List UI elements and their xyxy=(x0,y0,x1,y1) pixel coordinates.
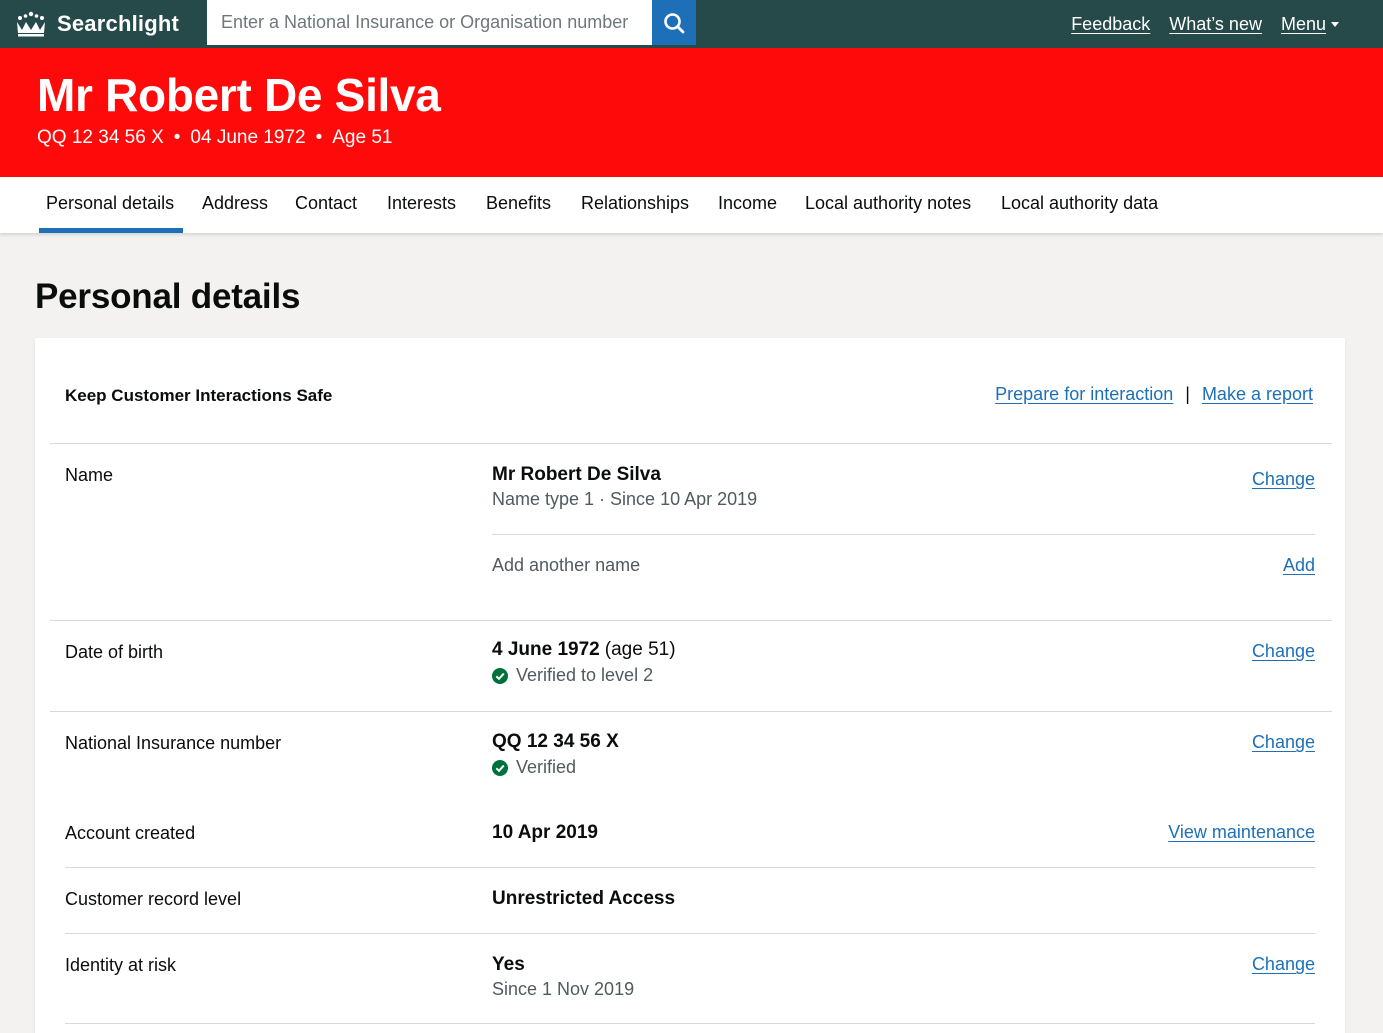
make-a-report-link[interactable]: Make a report xyxy=(1202,384,1313,405)
change-identity-at-risk-link[interactable]: Change xyxy=(1252,954,1315,975)
verified-check-icon xyxy=(492,759,508,776)
nino-label: National Insurance number xyxy=(65,733,282,753)
dob-verified-text: Verified to level 2 xyxy=(516,665,654,685)
customer-name: Mr Robert De Silva xyxy=(37,69,441,121)
divider xyxy=(65,933,1315,934)
dob-label: Date of birth xyxy=(65,642,164,662)
separator-dot: • xyxy=(315,127,323,148)
view-maintenance-link[interactable]: View maintenance xyxy=(1168,822,1315,843)
tab-personal-details[interactable]: Personal details xyxy=(39,177,183,233)
change-name-link[interactable]: Change xyxy=(1252,469,1315,490)
change-nino-link[interactable]: Change xyxy=(1252,732,1315,753)
name-value: Mr Robert De Silva xyxy=(492,464,661,485)
menu-label: Menu xyxy=(1280,13,1326,34)
record-level-value: Unrestricted Access xyxy=(492,888,676,909)
prepare-for-interaction-link[interactable]: Prepare for interaction xyxy=(995,384,1173,405)
tab-interests[interactable]: Interests xyxy=(380,177,463,233)
account-created-label: Account created xyxy=(65,823,196,843)
customer-dob: 04 June 1972 xyxy=(190,127,306,148)
dob-value-line: 4 June 1972 (age 51) xyxy=(492,639,676,661)
whats-new-link[interactable]: What’s new xyxy=(1169,14,1262,35)
customer-banner: Mr Robert De Silva QQ 12 34 56 X • 04 Ju… xyxy=(0,48,1383,177)
divider xyxy=(492,534,1315,535)
divider xyxy=(50,711,1332,712)
dob-age: (age 51) xyxy=(604,639,676,660)
tab-relationships[interactable]: Relationships xyxy=(574,177,696,233)
tab-contact[interactable]: Contact xyxy=(288,177,364,233)
search-input[interactable] xyxy=(207,0,652,45)
add-name-link[interactable]: Add xyxy=(1283,555,1315,576)
section-tabs: Personal details Address Contact Interes… xyxy=(0,177,1383,233)
menu-link[interactable]: Menu xyxy=(1281,14,1339,35)
dob-value-block: 4 June 1972 (age 51) Verified to level 2 xyxy=(492,639,676,689)
verified-check-icon xyxy=(492,667,508,684)
search-bar xyxy=(207,0,696,45)
dob-value: 4 June 1972 xyxy=(492,639,600,660)
tab-local-authority-data[interactable]: Local authority data xyxy=(994,177,1165,233)
name-label: Name xyxy=(65,465,114,485)
page-title: Personal details xyxy=(35,277,301,316)
separator-dot: • xyxy=(173,127,181,148)
brand-home-link[interactable]: Searchlight xyxy=(14,0,179,48)
account-created-value: 10 Apr 2019 xyxy=(492,822,598,843)
tab-income[interactable]: Income xyxy=(711,177,784,233)
identity-at-risk-label: Identity at risk xyxy=(65,955,177,975)
nino-verified: Verified xyxy=(492,757,576,778)
divider xyxy=(65,1023,1315,1024)
kcis-links: Prepare for interaction | Make a report xyxy=(995,384,1313,405)
identity-at-risk-value: Yes xyxy=(492,954,525,975)
link-separator: | xyxy=(1185,384,1190,404)
kcis-title: Keep Customer Interactions Safe xyxy=(65,386,333,405)
name-detail: Name type 1 · Since 10 Apr 2019 xyxy=(492,489,758,509)
divider xyxy=(65,867,1315,868)
crown-icon xyxy=(17,11,45,37)
divider xyxy=(50,443,1332,444)
identity-at-risk-block: Yes Since 1 Nov 2019 xyxy=(492,954,634,1000)
personal-details-card: Keep Customer Interactions Safe Prepare … xyxy=(35,338,1345,1033)
customer-nino: QQ 12 34 56 X xyxy=(37,127,164,148)
add-another-name-text: Add another name xyxy=(492,555,641,575)
record-level-label: Customer record level xyxy=(65,889,242,909)
brand-name: Searchlight xyxy=(57,11,180,36)
search-button[interactable] xyxy=(652,0,696,45)
header-links: Feedback What’s new Menu xyxy=(1071,0,1339,48)
nino-value-block: QQ 12 34 56 X Verified xyxy=(492,731,619,781)
tab-local-authority-notes[interactable]: Local authority notes xyxy=(798,177,978,233)
nino-value: QQ 12 34 56 X xyxy=(492,731,619,752)
name-value-block: Mr Robert De Silva Name type 1 · Since 1… xyxy=(492,464,757,510)
nino-verified-text: Verified xyxy=(516,757,577,777)
top-bar: Searchlight Feedback What’s new Menu xyxy=(0,0,1383,48)
tab-benefits[interactable]: Benefits xyxy=(479,177,558,233)
change-dob-link[interactable]: Change xyxy=(1252,641,1315,662)
customer-age: Age 51 xyxy=(332,127,393,148)
feedback-link[interactable]: Feedback xyxy=(1071,14,1150,35)
customer-meta: QQ 12 34 56 X • 04 June 1972 • Age 51 xyxy=(37,127,392,149)
chevron-down-icon xyxy=(1331,22,1339,28)
dob-verified: Verified to level 2 xyxy=(492,665,653,686)
tab-address[interactable]: Address xyxy=(195,177,275,233)
search-icon xyxy=(664,12,685,33)
identity-at-risk-detail: Since 1 Nov 2019 xyxy=(492,979,635,999)
divider xyxy=(50,620,1332,621)
